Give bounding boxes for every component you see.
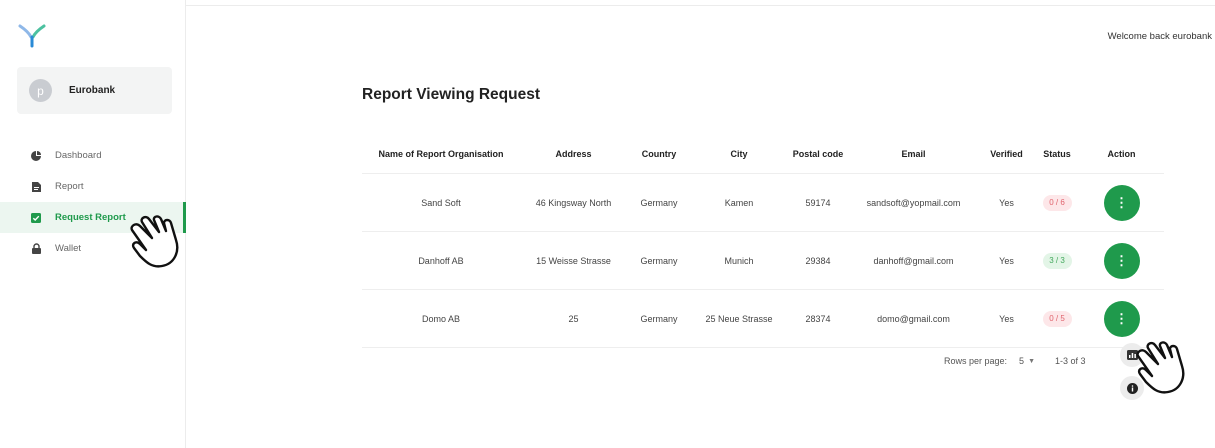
more-vertical-icon: ⋮ [1115, 195, 1128, 210]
pagination: Rows per page: 5 ▼ 1-3 of 3 [944, 356, 1086, 366]
address: 25 [568, 313, 579, 324]
row-action-button[interactable]: ⋮ [1103, 242, 1140, 279]
country: Germany [640, 255, 678, 266]
verified: Yes [999, 255, 1014, 266]
email: domo@gmail.com [877, 313, 950, 324]
row-action-button[interactable]: ⋮ [1103, 300, 1140, 337]
table-row: Danhoff AB 15 Weisse Strasse Germany Mun… [362, 232, 1164, 290]
hand-pointer-icon [130, 215, 179, 268]
action-cell: ⋮ [1079, 300, 1164, 337]
sidebar-item-label: Request Report [55, 212, 126, 223]
email: danhoff@gmail.com [873, 255, 954, 266]
column-header-action: Action [1107, 148, 1136, 159]
org-name: Danhoff AB [418, 255, 464, 266]
status-badge: 3 / 3 [1042, 252, 1072, 269]
status-cell: 0 / 5 [1035, 310, 1079, 327]
avatar: p [29, 79, 52, 102]
sidebar-item-label: Wallet [55, 243, 82, 254]
status-badge: 0 / 5 [1042, 310, 1072, 327]
pagination-range: 1-3 of 3 [1055, 356, 1086, 366]
action-cell: ⋮ [1079, 184, 1164, 221]
postal-code: 29384 [805, 255, 831, 266]
hand-pointer-icon [1136, 341, 1185, 394]
sidebar-item-label: Report [55, 181, 84, 192]
city: Munich [724, 255, 754, 266]
column-header-city: City [730, 148, 748, 159]
verified: Yes [999, 197, 1014, 208]
rows-per-page-value: 5 [1019, 356, 1025, 366]
country: Germany [640, 313, 678, 324]
table-row: Domo AB 25 Germany 25 Neue Strasse 28374… [362, 290, 1164, 348]
action-cell: ⋮ [1079, 242, 1164, 279]
org-name: Sand Soft [421, 197, 461, 208]
address: 46 Kingsway North [535, 197, 612, 208]
column-header-name: Name of Report Organisation [378, 148, 504, 159]
logo-icon [18, 24, 46, 48]
address: 15 Weisse Strasse [536, 255, 611, 266]
status-cell: 0 / 6 [1035, 194, 1079, 211]
sidebar-item-dashboard[interactable]: Dashboard [0, 140, 186, 171]
city: Kamen [724, 197, 754, 208]
caret-down-icon: ▼ [1028, 357, 1035, 365]
lock-icon [31, 243, 41, 254]
verified: Yes [999, 313, 1014, 324]
more-vertical-icon: ⋮ [1115, 311, 1128, 326]
country: Germany [640, 197, 678, 208]
user-card[interactable]: p Eurobank [17, 67, 172, 114]
column-header-address: Address [555, 148, 592, 159]
city: 25 Neue Strasse [705, 313, 773, 324]
sidebar-item-report[interactable]: Report [0, 171, 186, 202]
rows-per-page-select[interactable]: 5 ▼ [1019, 356, 1035, 366]
more-vertical-icon: ⋮ [1115, 253, 1128, 268]
pie-chart-icon [31, 150, 41, 161]
sidebar-item-label: Dashboard [55, 150, 102, 161]
user-name: Eurobank [69, 85, 116, 96]
page-title: Report Viewing Request [362, 86, 540, 103]
checkbox-icon [31, 212, 41, 223]
document-icon [31, 181, 41, 192]
column-header-postal-code: Postal code [792, 148, 844, 159]
email: sandsoft@yopmail.com [866, 197, 961, 208]
table-row: Sand Soft 46 Kingsway North Germany Kame… [362, 174, 1164, 232]
column-header-email: Email [901, 148, 926, 159]
report-requests-table: Name of Report Organisation Address Coun… [362, 134, 1164, 348]
column-header-country: Country [641, 148, 677, 159]
org-name: Domo AB [421, 313, 461, 324]
column-header-verified: Verified [990, 148, 1023, 159]
postal-code: 59174 [805, 197, 831, 208]
column-header-status: Status [1043, 148, 1071, 159]
top-divider [186, 5, 1215, 6]
row-action-button[interactable]: ⋮ [1103, 184, 1140, 221]
rows-per-page-label: Rows per page: [944, 356, 1008, 366]
status-cell: 3 / 3 [1035, 252, 1079, 269]
postal-code: 28374 [805, 313, 831, 324]
table-header-row: Name of Report Organisation Address Coun… [362, 134, 1164, 174]
welcome-message: Welcome back eurobank [1107, 31, 1212, 42]
status-badge: 0 / 6 [1042, 194, 1072, 211]
